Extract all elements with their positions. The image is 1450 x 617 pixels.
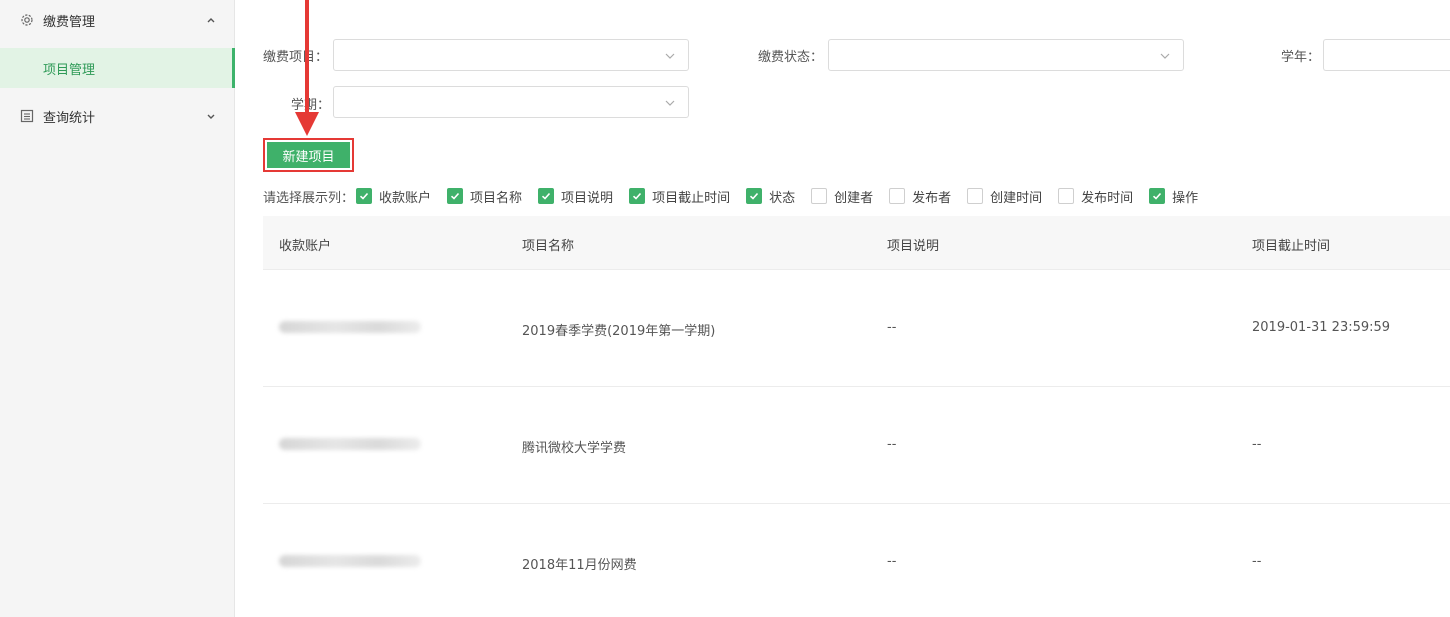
column-toggle[interactable]: 发布时间 — [1058, 187, 1133, 206]
cell-project-description: -- — [887, 320, 897, 335]
checkbox-unchecked-icon[interactable] — [811, 188, 828, 204]
gear-icon — [20, 13, 34, 27]
column-toggle[interactable]: 收款账户 — [356, 187, 431, 206]
column-header-description: 项目说明 — [887, 239, 940, 254]
column-toggle-label: 项目截止时间 — [652, 190, 731, 206]
column-toggle-label: 项目名称 — [470, 190, 523, 206]
main-content: 缴费项目： 缴费状态： 学年： 学期： 新建项目 请选择展示列： 收款账户项目名… — [235, 0, 1450, 617]
term-filter-label: 学期： — [291, 98, 331, 113]
column-toggle[interactable]: 创建时间 — [967, 187, 1042, 206]
cell-project-deadline: -- — [1252, 437, 1262, 452]
new-project-button[interactable]: 新建项目 — [267, 142, 350, 168]
status-filter-label: 缴费状态： — [758, 50, 824, 65]
column-toggle-label: 项目说明 — [561, 190, 614, 206]
cell-project-deadline: -- — [1252, 554, 1262, 569]
column-picker: 请选择展示列： 收款账户 项目名称 项目说明 项目截止时间 状态 创建者 发布者 创建时间 发布… — [263, 186, 1214, 206]
checkbox-unchecked-icon[interactable] — [1058, 188, 1075, 204]
column-toggle-label: 收款账户 — [379, 190, 432, 206]
sidebar-group-query-statistics[interactable]: 查询统计 — [0, 96, 235, 136]
checkbox-checked-icon[interactable] — [356, 188, 373, 204]
column-toggle-label: 创建者 — [834, 190, 874, 206]
column-header-account: 收款账户 — [279, 239, 332, 254]
redacted-account — [279, 555, 421, 567]
project-filter-label: 缴费项目： — [263, 50, 329, 65]
cell-project-name: 2018年11月份网费 — [522, 558, 637, 573]
annotation-arrow-shaft — [305, 0, 309, 118]
sidebar-item-project-management[interactable]: 项目管理 — [0, 48, 235, 88]
cell-project-name: 腾讯微校大学学费 — [522, 441, 627, 456]
column-toggle[interactable]: 项目名称 — [447, 187, 522, 206]
project-select[interactable] — [333, 39, 689, 71]
sidebar-item-label: 项目管理 — [43, 62, 96, 78]
column-toggle[interactable]: 发布者 — [889, 187, 951, 206]
column-toggle-label: 状态 — [769, 190, 796, 206]
checkbox-unchecked-icon[interactable] — [967, 188, 984, 204]
column-toggle[interactable]: 项目截止时间 — [629, 187, 730, 206]
chevron-down-icon — [205, 110, 217, 122]
column-toggle[interactable]: 状态 — [746, 187, 795, 206]
chevron-down-icon — [1159, 50, 1171, 62]
column-toggle[interactable]: 项目说明 — [538, 187, 613, 206]
column-picker-label: 请选择展示列： — [263, 190, 355, 206]
cell-project-description: -- — [887, 554, 897, 569]
column-toggle-label: 发布时间 — [1081, 190, 1134, 206]
sidebar-group-label: 查询统计 — [43, 110, 96, 126]
redacted-account — [279, 321, 421, 333]
cell-project-name: 2019春季学费(2019年第一学期) — [522, 324, 716, 339]
column-toggle-label: 创建时间 — [990, 190, 1043, 206]
chevron-down-icon — [664, 50, 676, 62]
status-select[interactable] — [828, 39, 1184, 71]
term-select[interactable] — [333, 86, 689, 118]
column-toggle[interactable]: 创建者 — [811, 187, 873, 206]
column-toggle[interactable]: 操作 — [1149, 187, 1198, 206]
chevron-down-icon — [664, 97, 676, 109]
sidebar-group-label: 缴费管理 — [43, 14, 96, 30]
year-select[interactable] — [1323, 39, 1450, 71]
new-project-button-highlight: 新建项目 — [263, 138, 354, 172]
sidebar: 缴费管理 项目管理 查询统计 — [0, 0, 235, 617]
checkbox-checked-icon[interactable] — [1149, 188, 1166, 204]
cell-project-description: -- — [887, 437, 897, 452]
checkbox-checked-icon[interactable] — [629, 188, 646, 204]
table-row[interactable]: 2019春季学费(2019年第一学期) -- 2019-01-31 23:59:… — [263, 270, 1450, 387]
column-toggle-label: 操作 — [1172, 190, 1199, 206]
column-toggle-label: 发布者 — [912, 190, 952, 206]
chevron-up-icon — [205, 14, 217, 26]
checkbox-checked-icon[interactable] — [538, 188, 555, 204]
annotation-arrow-head — [295, 112, 319, 136]
column-header-deadline: 项目截止时间 — [1252, 239, 1331, 254]
cell-project-deadline: 2019-01-31 23:59:59 — [1252, 320, 1391, 335]
column-header-name: 项目名称 — [522, 239, 575, 254]
table-row[interactable]: 腾讯微校大学学费 -- -- — [263, 387, 1450, 504]
sidebar-group-payment-management[interactable]: 缴费管理 — [0, 0, 235, 40]
checkbox-checked-icon[interactable] — [746, 188, 763, 204]
year-filter-label: 学年： — [1281, 50, 1321, 65]
list-icon — [20, 109, 34, 123]
checkbox-checked-icon[interactable] — [447, 188, 464, 204]
redacted-account — [279, 438, 421, 450]
checkbox-unchecked-icon[interactable] — [889, 188, 906, 204]
table-header: 收款账户 项目名称 项目说明 项目截止时间 — [263, 216, 1450, 270]
table-row[interactable]: 2018年11月份网费 -- -- — [263, 504, 1450, 617]
